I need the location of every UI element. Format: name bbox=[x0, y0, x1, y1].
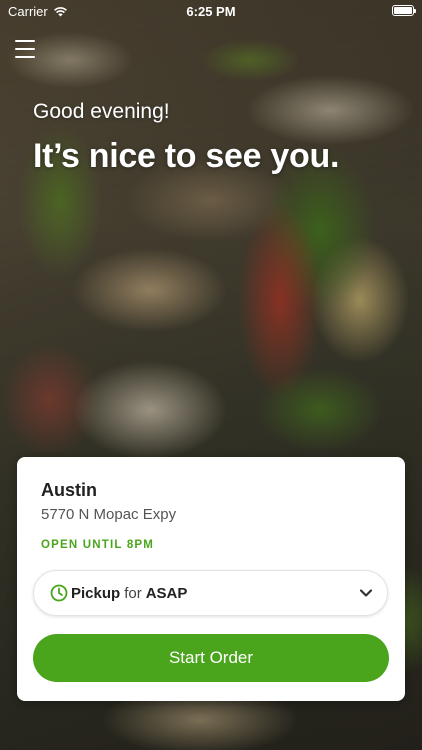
store-name: Austin bbox=[41, 480, 97, 500]
store-hours-badge: OPEN UNTIL 8PM bbox=[41, 539, 155, 551]
order-type-label: Pickup for ASAP bbox=[71, 585, 187, 602]
location-card: Austin 5770 N Mopac Expy OPEN UNTIL 8PM … bbox=[17, 457, 405, 701]
chevron-down-icon bbox=[359, 589, 373, 597]
store-address: 5770 N Mopac Expy bbox=[41, 506, 177, 523]
hamburger-menu-icon[interactable] bbox=[15, 40, 35, 58]
page-title: It’s nice to see you. bbox=[33, 137, 340, 175]
order-type-dropdown[interactable]: Pickup for ASAP bbox=[33, 570, 388, 616]
battery-icon bbox=[392, 5, 416, 16]
greeting-text: Good evening! bbox=[33, 100, 170, 123]
status-time: 6:25 PM bbox=[186, 4, 236, 19]
start-order-button[interactable]: Start Order bbox=[33, 634, 389, 682]
order-mode: Pickup bbox=[71, 585, 121, 602]
status-bar: Carrier 6:25 PM bbox=[0, 0, 422, 22]
order-connector: for bbox=[124, 585, 142, 602]
order-time: ASAP bbox=[145, 585, 188, 602]
clock-icon bbox=[50, 584, 68, 602]
